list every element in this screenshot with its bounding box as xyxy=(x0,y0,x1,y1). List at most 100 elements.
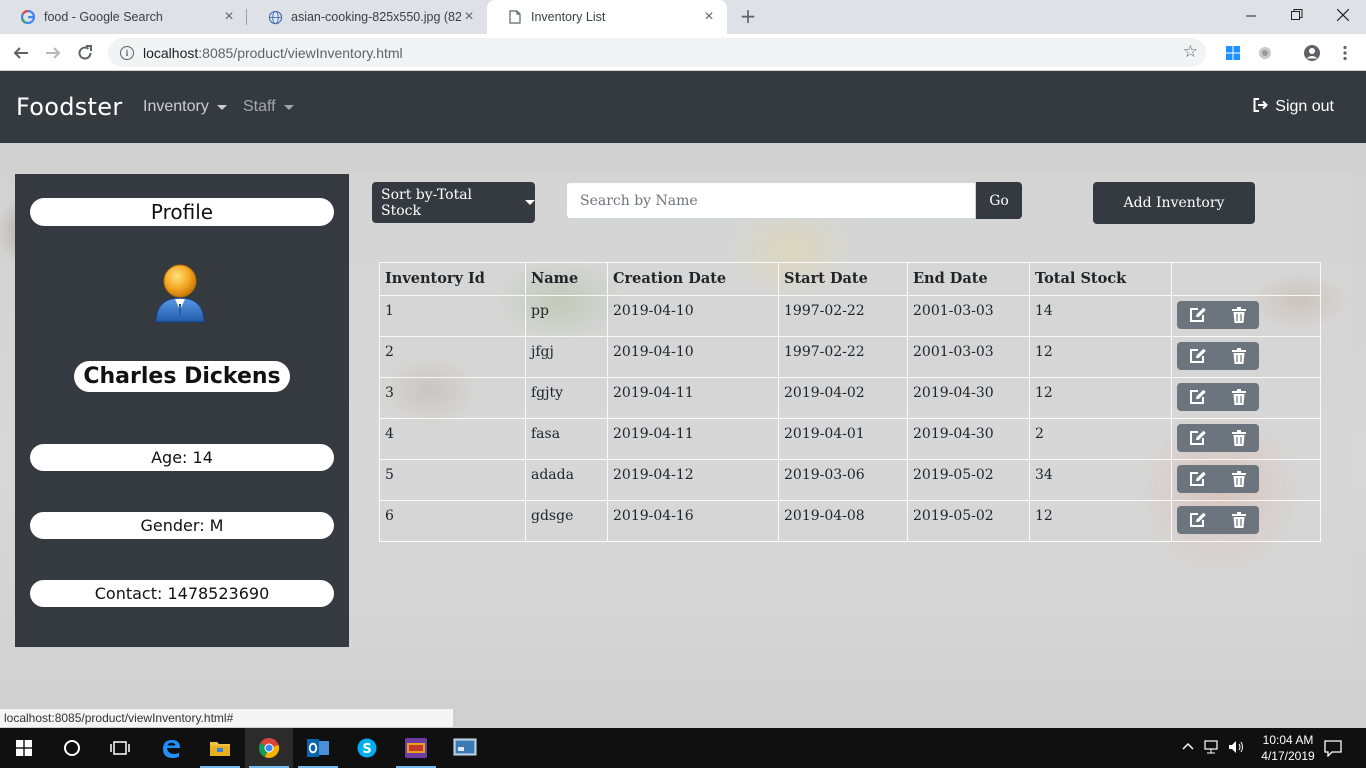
cell-creation-date: 2019-04-10 xyxy=(607,336,779,378)
trash-icon[interactable] xyxy=(1218,342,1259,370)
close-tab-icon[interactable]: × xyxy=(701,8,717,26)
edit-icon[interactable] xyxy=(1177,424,1218,452)
signout-link[interactable]: Sign out xyxy=(1253,98,1334,116)
action-group xyxy=(1177,383,1259,411)
search-circle-icon[interactable] xyxy=(48,728,96,768)
cell-creation-date: 2019-04-10 xyxy=(607,295,779,337)
close-window-icon[interactable] xyxy=(1320,0,1366,30)
trash-icon[interactable] xyxy=(1218,424,1259,452)
cell-actions xyxy=(1171,459,1321,501)
reload-icon[interactable] xyxy=(72,40,98,66)
extension-circle-icon[interactable] xyxy=(1256,44,1274,62)
file-explorer-icon[interactable] xyxy=(196,728,244,768)
cell-id: 6 xyxy=(379,500,526,542)
control-panel-icon[interactable] xyxy=(441,728,489,768)
system-clock[interactable]: 10:04 AM 4/17/2019 xyxy=(1252,732,1324,764)
info-icon[interactable]: i xyxy=(120,45,134,60)
chevron-up-icon[interactable] xyxy=(1182,740,1194,755)
edit-icon[interactable] xyxy=(1177,383,1218,411)
sort-dropdown-button[interactable]: Sort by-Total Stock xyxy=(372,182,535,223)
forward-arrow-icon[interactable] xyxy=(40,40,66,66)
browser-toolbar: i localhost:8085/product/viewInventory.h… xyxy=(0,34,1366,71)
chrome-icon[interactable] xyxy=(245,728,293,768)
cell-total-stock: 2 xyxy=(1029,418,1172,460)
cell-actions xyxy=(1171,295,1321,337)
caret-down-icon xyxy=(216,104,227,110)
nav-inventory-dropdown[interactable]: Inventory xyxy=(143,98,227,116)
back-arrow-icon[interactable] xyxy=(8,40,34,66)
profile-gender: Gender: M xyxy=(30,512,334,539)
windows-start-icon[interactable] xyxy=(0,728,48,768)
action-group xyxy=(1177,342,1259,370)
trash-icon[interactable] xyxy=(1218,506,1259,534)
edge-browser-icon[interactable] xyxy=(147,728,195,768)
close-tab-icon[interactable]: × xyxy=(221,8,237,26)
profile-contact: Contact: 1478523690 xyxy=(30,580,334,607)
sort-label: Sort by-Total Stock xyxy=(381,186,473,219)
network-icon[interactable] xyxy=(1204,740,1222,758)
add-inventory-button[interactable]: Add Inventory xyxy=(1093,182,1255,224)
browser-tab-image[interactable]: asian-cooking-825x550.jpg (825× × xyxy=(247,0,487,34)
nav-inventory-label: Inventory xyxy=(143,98,209,115)
cell-name: jfgj xyxy=(525,336,608,378)
cell-actions xyxy=(1171,418,1321,460)
cell-start-date: 2019-04-08 xyxy=(778,500,908,542)
cell-end-date: 2001-03-03 xyxy=(907,295,1030,337)
cell-id: 2 xyxy=(379,336,526,378)
nav-staff-dropdown[interactable]: Staff xyxy=(243,98,294,116)
minimize-icon[interactable] xyxy=(1228,0,1274,30)
globe-icon xyxy=(267,9,283,25)
outlook-icon[interactable] xyxy=(294,728,342,768)
cell-end-date: 2019-04-30 xyxy=(907,418,1030,460)
svg-text:S: S xyxy=(362,742,371,757)
close-tab-icon[interactable]: × xyxy=(461,8,477,26)
caret-down-icon xyxy=(525,200,535,205)
table-row: 1 pp 2019-04-10 1997-02-22 2001-03-03 14 xyxy=(379,295,1321,337)
skype-icon[interactable]: S xyxy=(343,728,391,768)
address-bar[interactable]: i localhost:8085/product/viewInventory.h… xyxy=(108,38,1206,67)
cell-end-date: 2019-04-30 xyxy=(907,377,1030,419)
edit-icon[interactable] xyxy=(1177,465,1218,493)
notification-icon[interactable] xyxy=(1324,739,1342,761)
browser-tab-inventory[interactable]: Inventory List × xyxy=(487,0,727,34)
search-input[interactable]: Search by Name xyxy=(566,182,976,219)
cell-start-date: 1997-02-22 xyxy=(778,336,908,378)
new-tab-icon[interactable]: + xyxy=(736,4,760,28)
browser-tab-google[interactable]: food - Google Search × xyxy=(0,0,247,34)
cell-total-stock: 34 xyxy=(1029,459,1172,501)
action-group xyxy=(1177,301,1259,329)
cell-total-stock: 12 xyxy=(1029,377,1172,419)
profile-age: Age: 14 xyxy=(30,444,334,471)
task-view-icon[interactable] xyxy=(96,728,144,768)
link-status-bar: localhost:8085/product/viewInventory.htm… xyxy=(0,708,454,728)
url-host: localhost xyxy=(143,44,199,61)
browser-tab-strip: food - Google Search × asian-cooking-825… xyxy=(0,0,1366,34)
cell-id: 5 xyxy=(379,459,526,501)
cell-start-date: 2019-04-01 xyxy=(778,418,908,460)
cell-start-date: 2019-04-02 xyxy=(778,377,908,419)
go-button[interactable]: Go xyxy=(976,182,1022,219)
bookmark-star-icon[interactable]: ☆ xyxy=(1183,42,1198,62)
edit-icon[interactable] xyxy=(1177,342,1218,370)
table-row: 6 gdsge 2019-04-16 2019-04-08 2019-05-02… xyxy=(379,500,1321,542)
account-icon[interactable] xyxy=(1303,44,1321,62)
trash-icon[interactable] xyxy=(1218,465,1259,493)
edit-icon[interactable] xyxy=(1177,506,1218,534)
google-icon xyxy=(20,9,36,25)
clock-time: 10:04 AM xyxy=(1262,733,1314,747)
brand-logo[interactable]: Foodster xyxy=(16,93,123,121)
windows-extension-icon[interactable] xyxy=(1224,44,1242,62)
col-start-date: Start Date xyxy=(778,262,908,296)
edit-icon[interactable] xyxy=(1177,301,1218,329)
cell-name: gdsge xyxy=(525,500,608,542)
signout-label: Sign out xyxy=(1275,98,1334,115)
cell-name: pp xyxy=(525,295,608,337)
trash-icon[interactable] xyxy=(1218,301,1259,329)
restore-icon[interactable] xyxy=(1274,0,1320,30)
profile-sidebar: Profile Charles Dickens Age: 14 Gender: … xyxy=(15,174,349,647)
trash-icon[interactable] xyxy=(1218,383,1259,411)
game-app-icon[interactable] xyxy=(392,728,440,768)
menu-dots-icon[interactable] xyxy=(1336,44,1354,62)
col-inventory-id: Inventory Id xyxy=(379,262,526,296)
volume-icon[interactable] xyxy=(1228,740,1246,758)
